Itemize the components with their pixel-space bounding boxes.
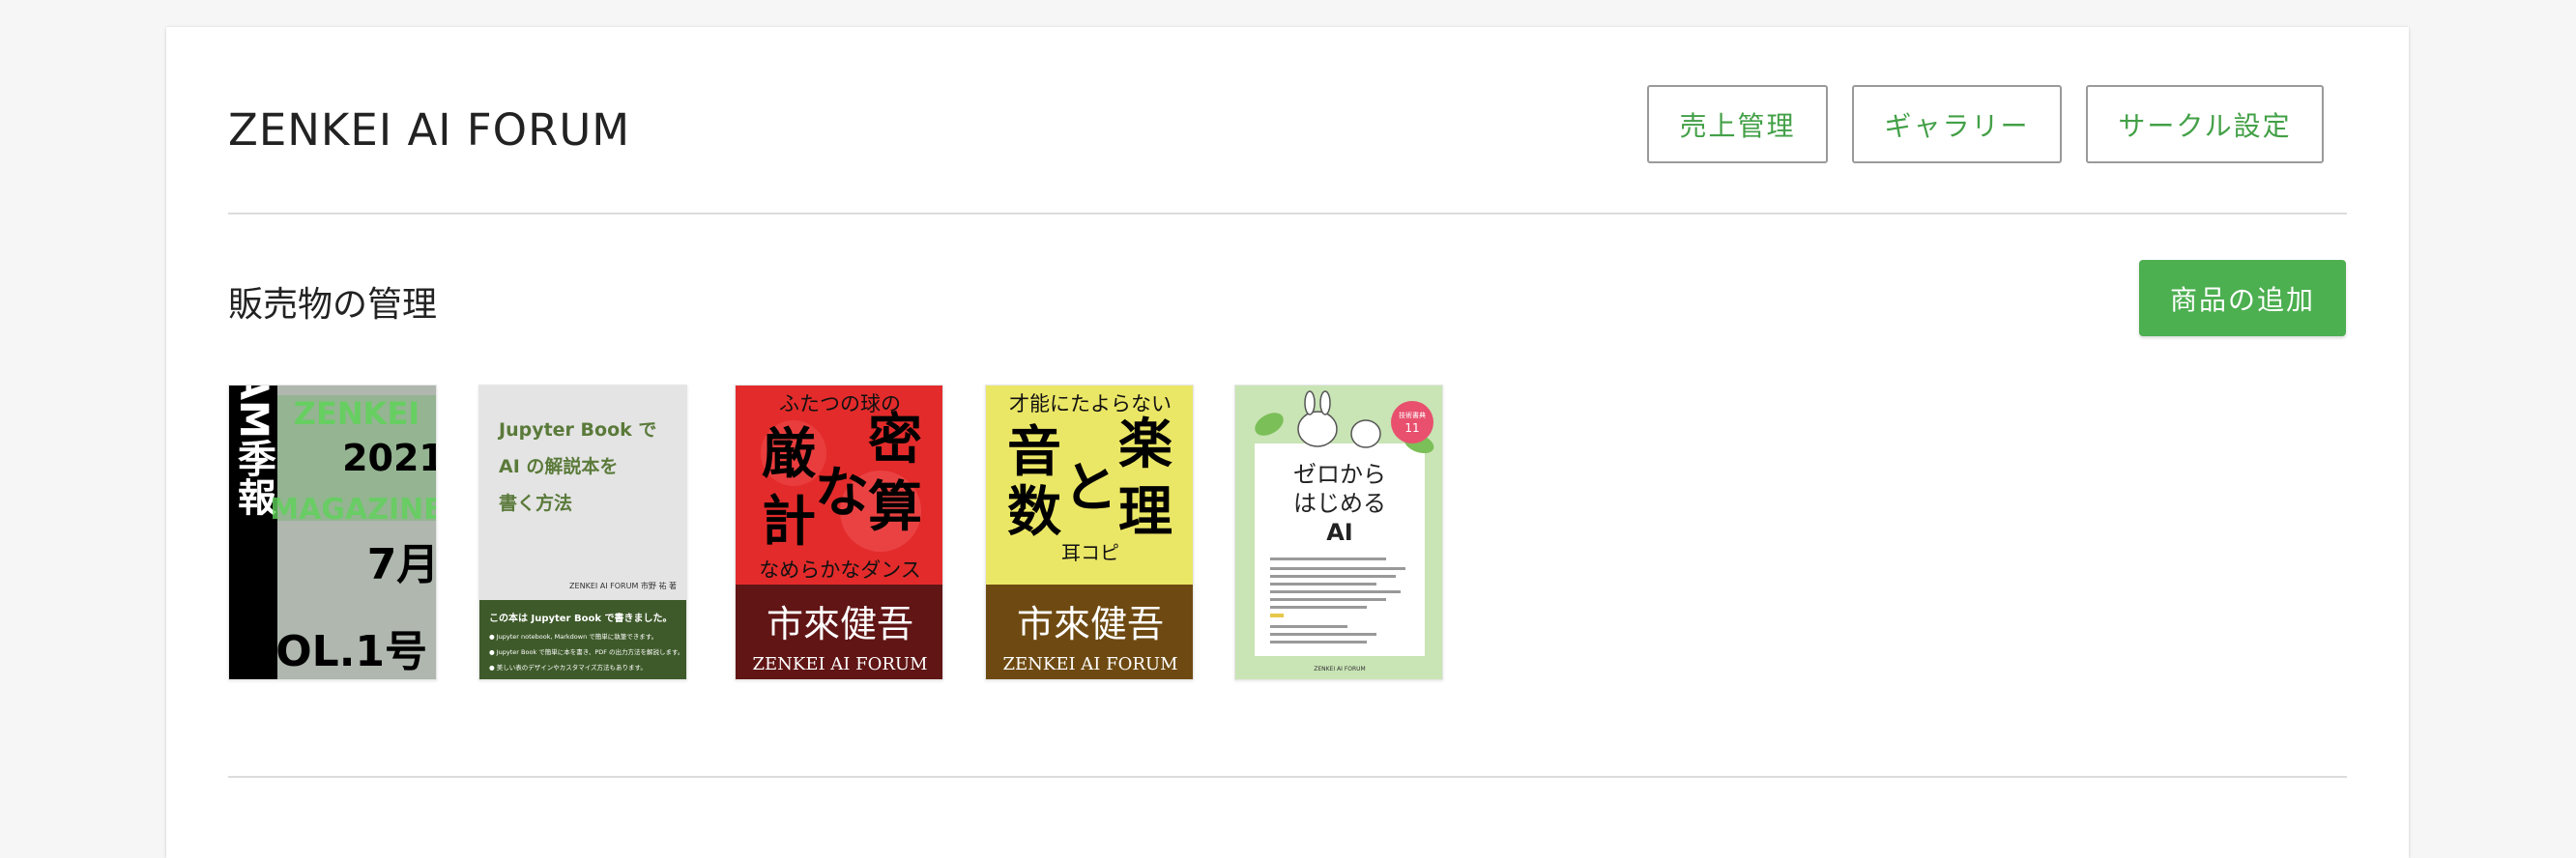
book-cover-ai-from-zero[interactable]: 技術書典 11 ゼロから はじめる AI ZENKEI AI FORUM	[1234, 385, 1443, 680]
zam-month: 7月	[367, 540, 437, 589]
music-subtitle: 耳コピ	[1061, 541, 1119, 564]
music-char-4: 数	[1007, 480, 1061, 544]
exact-char-4: 計	[762, 490, 816, 554]
ai-title-line1: ゼロから	[1293, 461, 1386, 488]
section-title: 販売物の管理	[228, 285, 438, 325]
music-char-2: 楽	[1118, 413, 1172, 476]
exact-char-2: 密	[868, 408, 922, 472]
zam-logo: ZENKEI	[294, 395, 420, 432]
exact-org: ZENKEI AI FORUM	[752, 654, 927, 674]
sales-management-button[interactable]: 売上管理	[1647, 85, 1828, 163]
book-cover-exact-calculation[interactable]: ふたつの球の 厳 密 な 計 算 なめらかなダンス 市來健吾 ZENKEI AI…	[735, 385, 943, 680]
section-divider	[228, 776, 2347, 778]
main-card: ZENKEI AI FORUM 売上管理 ギャラリー サークル設定 販売物の管理…	[166, 27, 2409, 858]
jupyter-title-line2: AI の解説本を	[499, 455, 618, 477]
exact-subtitle: なめらかなダンス	[759, 558, 921, 582]
zam-volume: VOL.1号	[244, 627, 427, 676]
music-char-1: 音	[1007, 420, 1061, 484]
zam-magazine-label: MAGAZINE	[270, 493, 437, 527]
music-org: ZENKEI AI FORUM	[1002, 654, 1177, 674]
ai-org: ZENKEI AI FORUM	[1314, 666, 1365, 672]
jupyter-bullet-1: ● Jupyter notebook, Markdown で簡単に執筆できます。	[489, 632, 657, 641]
ai-badge-number: 11	[1404, 421, 1419, 435]
circle-settings-button[interactable]: サークル設定	[2086, 85, 2324, 163]
ai-title-line3: AI	[1326, 519, 1353, 546]
music-author: 市來健吾	[1017, 603, 1164, 645]
ai-badge-label: 技術書典	[1399, 411, 1426, 419]
book-cover-music-math[interactable]: 才能にたよらない 音 楽 と 数 理 耳コピ 市來健吾 ZENKEI AI FO…	[985, 385, 1194, 680]
zam-year: 2021	[342, 437, 437, 479]
jupyter-bullet-2: ● Jupyter Book で簡単に本を書き、PDF の出力方法を解説します。	[489, 647, 683, 656]
jupyter-title-line3: 書く方法	[499, 492, 572, 514]
add-product-button[interactable]: 商品の追加	[2139, 260, 2346, 336]
jupyter-bullet-3: ● 美しい表のデザインやカスタマイズ方法もあります。	[489, 663, 647, 672]
exact-char-3: な	[815, 461, 869, 525]
jupyter-note: この本は Jupyter Book で書きました。	[489, 612, 672, 624]
book-cover-jupyter-book[interactable]: Jupyter Book で AI の解説本を 書く方法 ZENKEI AI F…	[478, 385, 687, 680]
page-title: ZENKEI AI FORUM	[228, 104, 631, 156]
exact-char-5: 算	[868, 475, 922, 539]
jupyter-author: ZENKEI AI FORUM 市野 祐 著	[569, 581, 677, 590]
ai-title-line2: はじめる	[1293, 490, 1386, 517]
header-divider	[228, 213, 2347, 214]
jupyter-title-line1: Jupyter Book で	[497, 419, 656, 441]
exact-author: 市來健吾	[767, 603, 913, 645]
book-cover-zam-magazine[interactable]: ZAM季報 ZENKEI 2021 MAGAZINE 7月 VOL.1号	[228, 385, 437, 680]
exact-char-1: 厳	[762, 422, 817, 486]
music-char-5: 理	[1118, 480, 1172, 544]
gallery-button[interactable]: ギャラリー	[1852, 85, 2062, 163]
music-char-3: と	[1063, 456, 1117, 520]
